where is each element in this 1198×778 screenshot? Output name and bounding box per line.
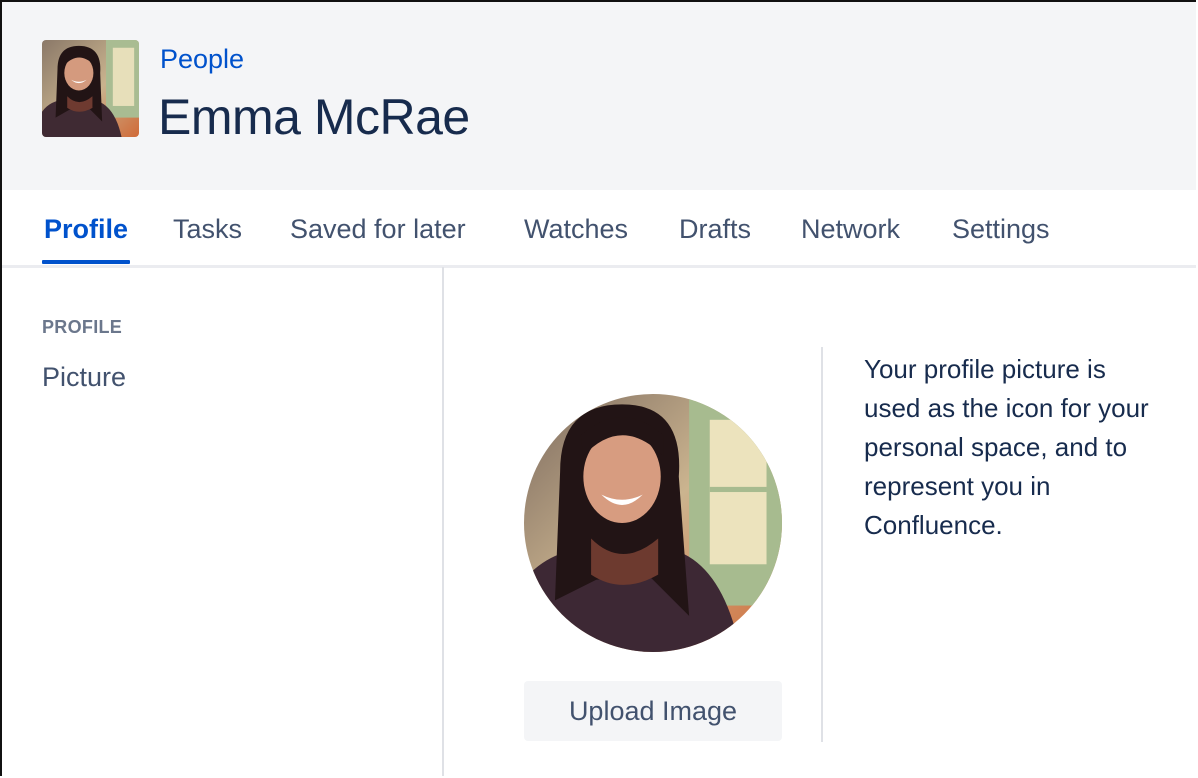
profile-photo [524, 394, 782, 652]
tab-profile[interactable]: Profile [44, 214, 128, 245]
tab-settings[interactable]: Settings [952, 214, 1050, 245]
sidebar-divider [442, 267, 444, 776]
tab-saved-for-later[interactable]: Saved for later [290, 214, 466, 245]
app-frame: People Emma McRae Profile Tasks Saved fo… [0, 0, 1196, 776]
tab-drafts[interactable]: Drafts [679, 214, 751, 245]
tab-watches[interactable]: Watches [524, 214, 628, 245]
profile-picture [524, 394, 782, 652]
avatar[interactable] [42, 40, 139, 137]
avatar-photo [42, 40, 139, 137]
tab-tasks[interactable]: Tasks [173, 214, 242, 245]
profile-tabs: Profile Tasks Saved for later Watches Dr… [2, 190, 1196, 268]
sidebar-heading: PROFILE [42, 317, 123, 337]
page-title: Emma McRae [158, 89, 470, 145]
upload-image-button[interactable]: Upload Image [524, 681, 782, 741]
active-tab-indicator [42, 260, 130, 264]
profile-header: People Emma McRae [2, 2, 1196, 190]
tab-network[interactable]: Network [801, 214, 900, 245]
profile-picture-help-text: Your profile picture is used as the icon… [864, 354, 1149, 540]
breadcrumb-people-link[interactable]: People [160, 44, 244, 75]
content-divider [821, 347, 823, 742]
sidebar-item-picture[interactable]: Picture [42, 362, 126, 393]
